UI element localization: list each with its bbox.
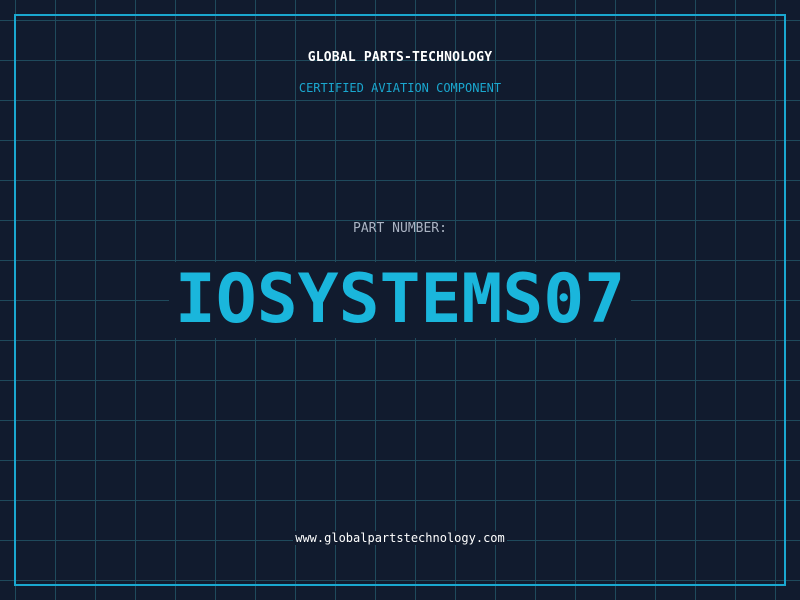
website-footer: www.globalpartstechnology.com [0,531,800,545]
certification-subtitle: CERTIFIED AVIATION COMPONENT [298,81,502,95]
website-link[interactable]: www.globalpartstechnology.com [293,531,507,545]
part-number-label: PART NUMBER: [353,221,447,236]
part-number-container: IOSYSTEMS07 [0,262,800,338]
part-number-value: IOSYSTEMS07 [168,262,632,338]
certificate-canvas: GLOBAL PARTS-TECHNOLOGY CERTIFIED AVIATI… [0,0,800,600]
brand-title: GLOBAL PARTS-TECHNOLOGY [307,50,493,65]
